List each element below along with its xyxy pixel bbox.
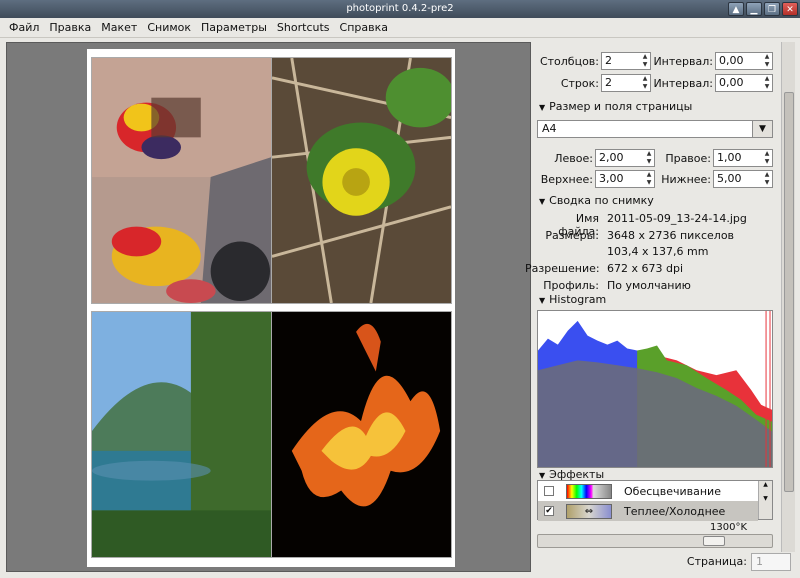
page-spinbox[interactable]: 1 <box>751 553 791 571</box>
interval-label-2: Интервал: <box>653 76 713 90</box>
rows-spinbox[interactable]: 2 ▲ ▼ <box>601 74 651 92</box>
columns-label: Столбцов: <box>539 54 599 68</box>
paper-sheet <box>87 49 455 567</box>
menu-file[interactable]: Файл <box>4 21 44 34</box>
expander-icon: ▼ <box>539 471 546 480</box>
temperature-arrows-icon: ⇔ <box>566 503 612 519</box>
lake-photo <box>92 312 271 557</box>
menu-help[interactable]: Справка <box>335 21 393 34</box>
menu-layout[interactable]: Макет <box>96 21 142 34</box>
margin-left-spinbox[interactable]: 2,00 ▲ ▼ <box>595 149 655 167</box>
minimize-icon[interactable]: ▁ <box>746 2 762 16</box>
size-label: Размеры: <box>545 229 599 242</box>
effect-warmer-cooler-label: Теплее/Холоднее <box>624 504 726 518</box>
expander-icon: ▼ <box>539 197 546 206</box>
temperature-slider[interactable] <box>537 534 773 548</box>
flower-photo <box>272 58 451 303</box>
window-title: photoprint 0.4.2-pre2 <box>346 3 454 14</box>
image-cell-lake[interactable] <box>91 311 272 558</box>
filename-value: 2011-05-09_13-24-14.jpg <box>607 212 747 225</box>
maximize-icon[interactable]: ❐ <box>764 2 780 16</box>
histogram-graph <box>537 310 773 468</box>
effect-desaturate-checkbox[interactable] <box>544 486 554 496</box>
effect-warmer-cooler-checkbox[interactable]: ✔ <box>544 506 554 516</box>
image-summary-expander[interactable]: ▼ Сводка по снимку <box>539 194 654 207</box>
effect-desaturate[interactable]: Обесцвечивание <box>538 481 758 501</box>
profile-value: По умолчанию <box>607 279 691 292</box>
image-cell-fire[interactable] <box>271 311 452 558</box>
margin-right-label: Правое: <box>665 151 711 165</box>
interval-spinbox-1[interactable]: 0,00 ▲ ▼ <box>715 52 773 70</box>
margin-left-label: Левое: <box>554 151 593 165</box>
paper-size-combo[interactable]: A4 ▼ <box>537 120 773 138</box>
profile-label: Профиль: <box>543 279 599 292</box>
margin-bottom-label: Нижнее: <box>661 172 711 186</box>
panel-scrollbar[interactable] <box>781 42 795 552</box>
menu-options[interactable]: Параметры <box>196 21 272 34</box>
margin-top-label: Верхнее: <box>540 172 593 186</box>
histogram-expander[interactable]: ▼ Histogram <box>539 293 606 306</box>
temperature-value: 1300°K <box>710 522 748 533</box>
rainbow-gradient-icon <box>566 483 612 499</box>
chevron-down-icon[interactable]: ▼ <box>752 121 772 137</box>
resolution-label: Разрешение: <box>525 262 600 275</box>
fire-photo <box>272 312 451 557</box>
size-mm-value: 103,4 x 137,6 mm <box>607 245 709 258</box>
margin-bottom-spinbox[interactable]: 5,00 ▲ ▼ <box>713 170 773 188</box>
print-preview-area[interactable] <box>6 42 531 572</box>
pin-icon[interactable]: ▲ <box>728 2 744 16</box>
temperature-slider-knob[interactable] <box>703 536 725 546</box>
margin-top-spinbox[interactable]: 3,00 ▲ ▼ <box>595 170 655 188</box>
resolution-value: 672 x 673 dpi <box>607 262 684 275</box>
close-icon[interactable]: ✕ <box>782 2 798 16</box>
size-px-value: 3648 x 2736 пикселов <box>607 229 735 242</box>
page-label: Страница: <box>686 555 747 568</box>
menu-edit[interactable]: Правка <box>44 21 96 34</box>
rows-label: Строк: <box>560 76 599 90</box>
columns-spinbox[interactable]: 2 ▲ ▼ <box>601 52 651 70</box>
margin-right-spinbox[interactable]: 1,00 ▲ ▼ <box>713 149 773 167</box>
settings-panel: Столбцов: 2 ▲ ▼ Интервал: 0,00 ▲ ▼ Строк: 2 ▲… <box>525 42 779 552</box>
interval-spinbox-2[interactable]: 0,00 ▲ ▼ <box>715 74 773 92</box>
menu-shortcuts[interactable]: Shortcuts <box>272 21 335 34</box>
effects-scrollbar[interactable]: ▲ ▼ <box>758 481 772 519</box>
status-bar: Страница: 1 <box>535 553 795 573</box>
image-cell-flower[interactable] <box>271 57 452 304</box>
dancers-photo <box>92 58 271 303</box>
expander-icon: ▼ <box>539 296 546 305</box>
effect-warmer-cooler[interactable]: ✔ ⇔ Теплее/Холоднее <box>538 501 758 521</box>
menu-image[interactable]: Снимок <box>142 21 196 34</box>
effects-list: Обесцвечивание ✔ ⇔ Теплее/Холоднее ▲ ▼ <box>537 480 773 521</box>
effect-desaturate-label: Обесцвечивание <box>624 484 721 498</box>
expander-icon: ▼ <box>539 103 546 112</box>
interval-label-1: Интервал: <box>653 54 713 68</box>
panel-scrollbar-thumb[interactable] <box>784 92 794 492</box>
image-cell-dancers[interactable] <box>91 57 272 304</box>
page-size-expander[interactable]: ▼ Размер и поля страницы <box>539 100 692 113</box>
window-titlebar: photoprint 0.4.2-pre2 ▲ ▁ ❐ ✕ <box>0 0 800 18</box>
menubar: Файл Правка Макет Снимок Параметры Short… <box>0 18 800 38</box>
